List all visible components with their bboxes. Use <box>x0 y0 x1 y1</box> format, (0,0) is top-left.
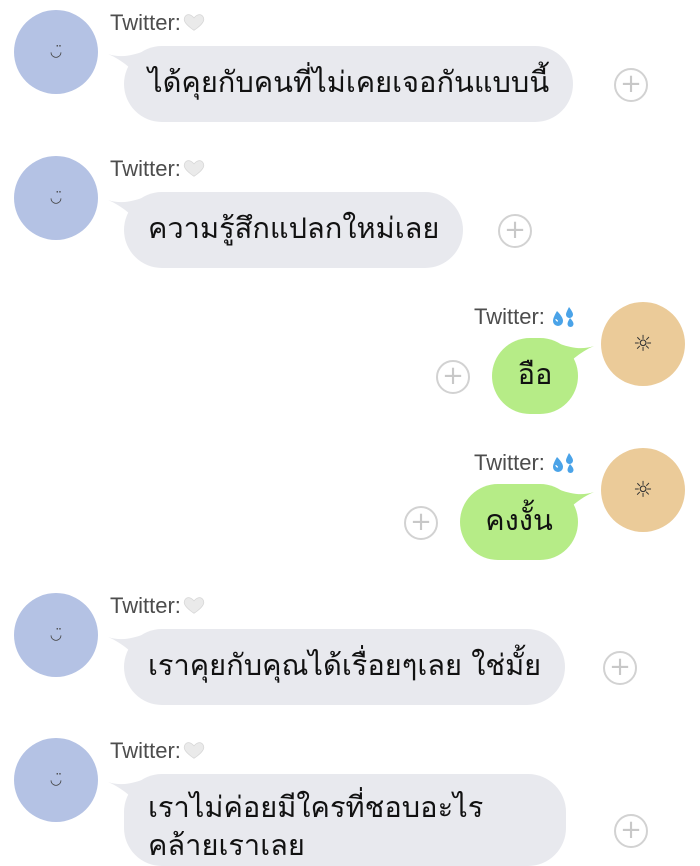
avatar[interactable]: ☼ <box>601 302 685 386</box>
message-bubble[interactable]: อือ <box>492 338 578 414</box>
message-text: อือ <box>517 357 553 391</box>
sender-name: Twitter: <box>474 304 577 330</box>
react-add-button[interactable]: + <box>436 360 470 394</box>
avatar-sun-glyph: ☼ <box>633 331 653 357</box>
white-heart-icon <box>183 742 205 759</box>
sender-label: Twitter: <box>474 450 545 475</box>
message-bubble[interactable]: ได้คุยกับคนที่ไม่เคยเจอกันแบบนี้ <box>124 46 574 122</box>
sender-label: Twitter: <box>474 304 545 329</box>
avatar-sun-glyph: ☼ <box>633 477 653 503</box>
plus-icon: + <box>609 652 631 682</box>
chat-thread: ◡̈ Twitter: ได้คุยกับคนที่ไม่เคยเจอกันแบ… <box>0 0 700 866</box>
react-add-button[interactable]: + <box>498 214 532 248</box>
message-text: ได้คุยกับคนที่ไม่เคยเจอกันแบบนี้ <box>148 65 550 99</box>
white-heart-icon <box>183 14 205 31</box>
sender-name: Twitter: <box>110 10 205 36</box>
plus-icon: + <box>442 361 464 391</box>
avatar[interactable]: ◡̈ <box>14 593 98 677</box>
react-add-button[interactable]: + <box>404 506 438 540</box>
plus-icon: + <box>620 815 642 845</box>
message-text: ความรู้สึกแปลกใหม่เลย <box>148 211 440 245</box>
plus-icon: + <box>410 507 432 537</box>
avatar[interactable]: ◡̈ <box>14 738 98 822</box>
plus-icon: + <box>620 69 642 99</box>
message-bubble[interactable]: เราคุยกับคุณได้เรื่อยๆเลย ใช่มั้ย <box>124 629 566 705</box>
avatar[interactable]: ◡̈ <box>14 156 98 240</box>
react-add-button[interactable]: + <box>614 68 648 102</box>
message-bubble[interactable]: ความรู้สึกแปลกใหม่เลย <box>124 192 464 268</box>
message-text: คงงั้น <box>485 503 553 537</box>
message-text: เราไม่ค่อยมีใครที่ชอบอะไรคล้ายเราเลย <box>148 790 484 862</box>
message-bubble[interactable]: เราไม่ค่อยมีใครที่ชอบอะไรคล้ายเราเลย <box>124 774 566 866</box>
sender-name: Twitter: <box>110 156 205 182</box>
avatar[interactable]: ◡̈ <box>14 10 98 94</box>
sweat-droplets-icon <box>552 453 574 473</box>
sender-label: Twitter: <box>110 593 181 618</box>
avatar-face-glyph: ◡̈ <box>49 44 63 60</box>
white-heart-icon <box>183 597 205 614</box>
message-text: เราคุยกับคุณได้เรื่อยๆเลย ใช่มั้ย <box>148 648 542 682</box>
sender-name: Twitter: <box>110 593 205 619</box>
react-add-button[interactable]: + <box>603 651 637 685</box>
avatar[interactable]: ☼ <box>601 448 685 532</box>
sender-name: Twitter: <box>474 450 577 476</box>
sender-label: Twitter: <box>110 10 181 35</box>
plus-icon: + <box>504 215 526 245</box>
sweat-droplets-icon <box>552 307 574 327</box>
avatar-face-glyph: ◡̈ <box>49 627 63 643</box>
sender-label: Twitter: <box>110 738 181 763</box>
message-bubble[interactable]: คงงั้น <box>460 484 578 560</box>
white-heart-icon <box>183 160 205 177</box>
react-add-button[interactable]: + <box>614 814 648 848</box>
sender-name: Twitter: <box>110 738 205 764</box>
sender-label: Twitter: <box>110 156 181 181</box>
avatar-face-glyph: ◡̈ <box>49 190 63 206</box>
avatar-face-glyph: ◡̈ <box>49 772 63 788</box>
